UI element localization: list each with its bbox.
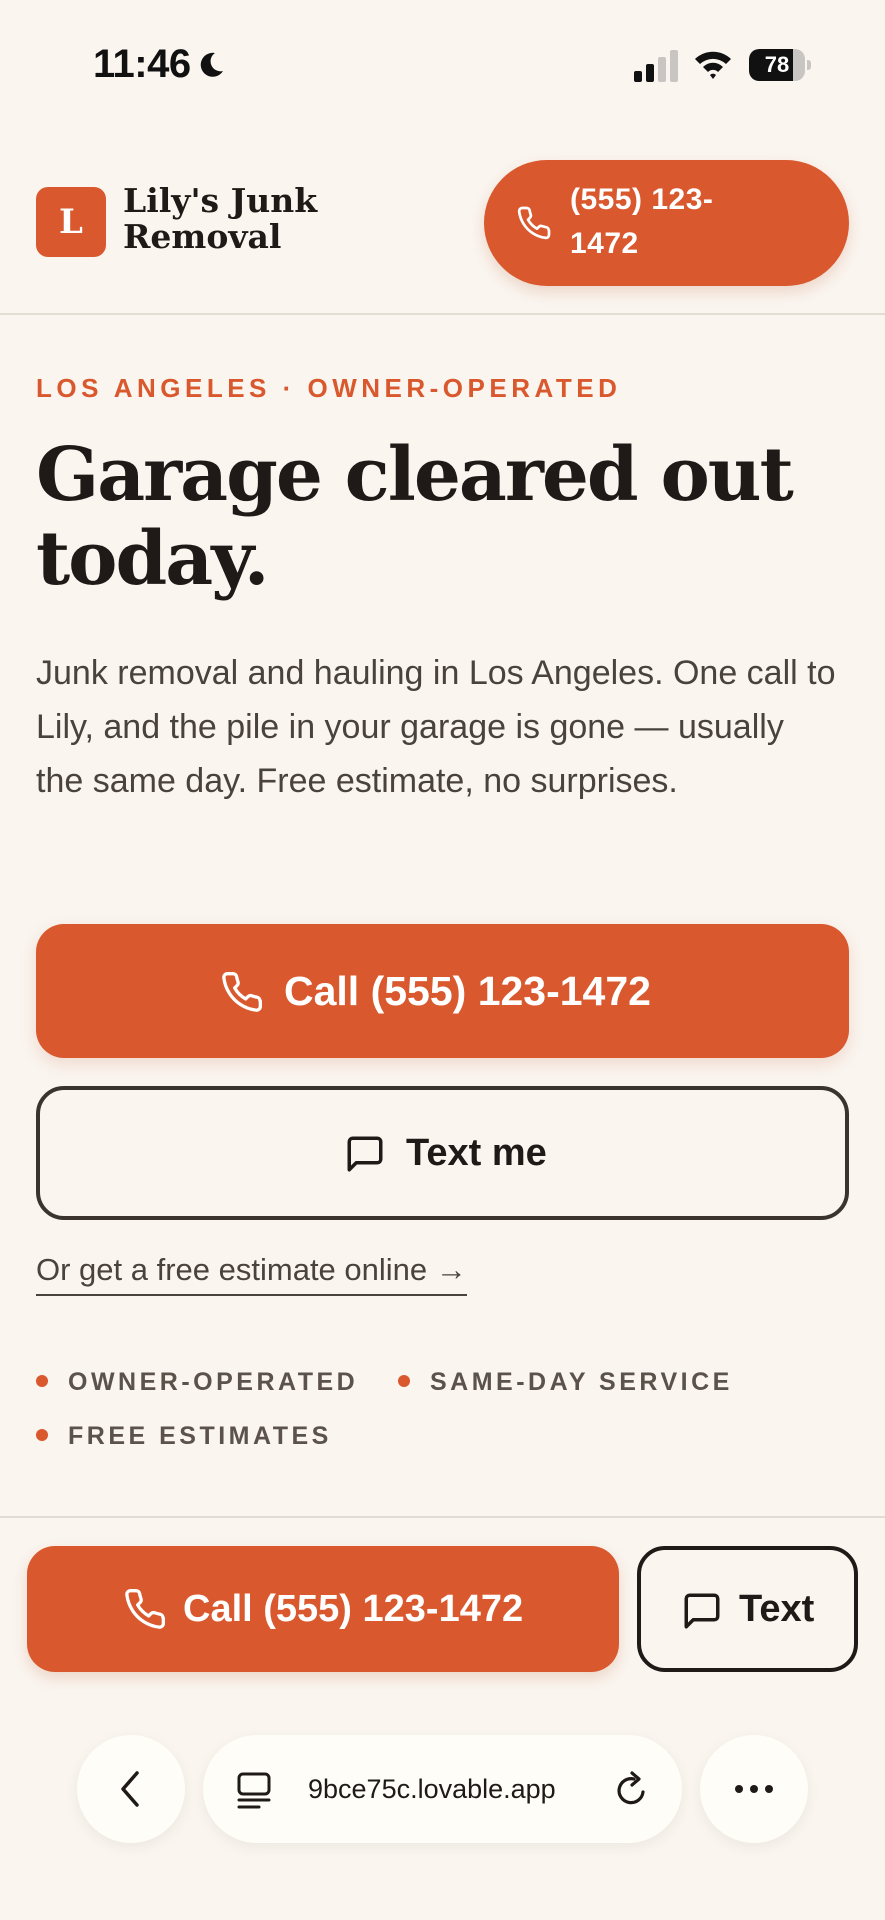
free-estimate-link[interactable]: Or get a free estimate online → bbox=[36, 1250, 467, 1296]
hero-lede: Junk removal and hauling in Los Angeles.… bbox=[36, 654, 836, 800]
wifi-icon bbox=[695, 51, 731, 79]
page: 11:46 78 L Lily's Junk Removal (555) 123… bbox=[0, 0, 885, 1920]
logo-mark[interactable]: L bbox=[36, 187, 106, 257]
text-me-label: Text me bbox=[406, 1132, 547, 1174]
sticky-call-button[interactable]: Call (555) 123-1472 bbox=[27, 1546, 619, 1672]
address-bar[interactable]: 9bce75c.lovable.app bbox=[203, 1735, 682, 1843]
more-button[interactable] bbox=[700, 1735, 808, 1843]
chat-bubble-icon bbox=[684, 1593, 720, 1629]
feature-label: SAME-DAY SERVICE bbox=[430, 1368, 733, 1396]
status-bar: 11:46 78 bbox=[0, 0, 885, 130]
feature-item: SAME-DAY SERVICE bbox=[398, 1368, 733, 1397]
phone-icon bbox=[222, 972, 262, 1012]
call-button-label: Call (555) 123-1472 bbox=[284, 968, 651, 1014]
url-text[interactable]: 9bce75c.lovable.app bbox=[308, 1735, 588, 1843]
battery-level: 78 bbox=[764, 52, 790, 77]
brand-name[interactable]: Lily's Junk Removal bbox=[123, 183, 333, 255]
text-me-button[interactable]: Text me bbox=[36, 1086, 849, 1220]
moon-icon bbox=[200, 52, 223, 77]
site-header: L Lily's Junk Removal (555) 123-1472 bbox=[0, 130, 885, 315]
sticky-text-label: Text bbox=[739, 1588, 815, 1630]
sticky-text-button[interactable]: Text bbox=[637, 1546, 858, 1672]
hero-eyebrow: LOS ANGELES · OWNER-OPERATED bbox=[36, 373, 622, 403]
reload-icon[interactable] bbox=[612, 1770, 650, 1810]
sticky-call-label: Call (555) 123-1472 bbox=[183, 1588, 524, 1630]
header-call-button[interactable]: (555) 123-1472 bbox=[484, 160, 849, 286]
cellular-signal-icon bbox=[634, 50, 678, 82]
hero-headline: Garage cleared out today. bbox=[36, 432, 794, 602]
bullet-dot bbox=[36, 1429, 48, 1442]
battery-icon: 78 bbox=[749, 49, 811, 81]
bullet-dot bbox=[398, 1375, 410, 1388]
chat-bubble-icon bbox=[347, 1136, 383, 1172]
call-button[interactable]: Call (555) 123-1472 bbox=[36, 924, 849, 1058]
feature-item: FREE ESTIMATES bbox=[36, 1422, 332, 1451]
sticky-bar-divider bbox=[0, 1516, 885, 1518]
bullet-dot bbox=[36, 1375, 48, 1388]
chevron-left-icon bbox=[121, 1771, 139, 1807]
feature-label: OWNER-OPERATED bbox=[68, 1368, 359, 1396]
feature-label: FREE ESTIMATES bbox=[68, 1422, 332, 1450]
status-time: 11:46 bbox=[93, 42, 191, 86]
browser-toolbar: 9bce75c.lovable.app bbox=[0, 1690, 885, 1920]
more-icon bbox=[735, 1785, 773, 1793]
phone-icon bbox=[125, 1589, 165, 1629]
tabs-icon[interactable] bbox=[235, 1770, 273, 1810]
back-button[interactable] bbox=[77, 1735, 185, 1843]
phone-icon bbox=[517, 206, 551, 240]
header-call-label: (555) 123-1472 bbox=[570, 183, 714, 260]
feature-item: OWNER-OPERATED bbox=[36, 1368, 358, 1397]
